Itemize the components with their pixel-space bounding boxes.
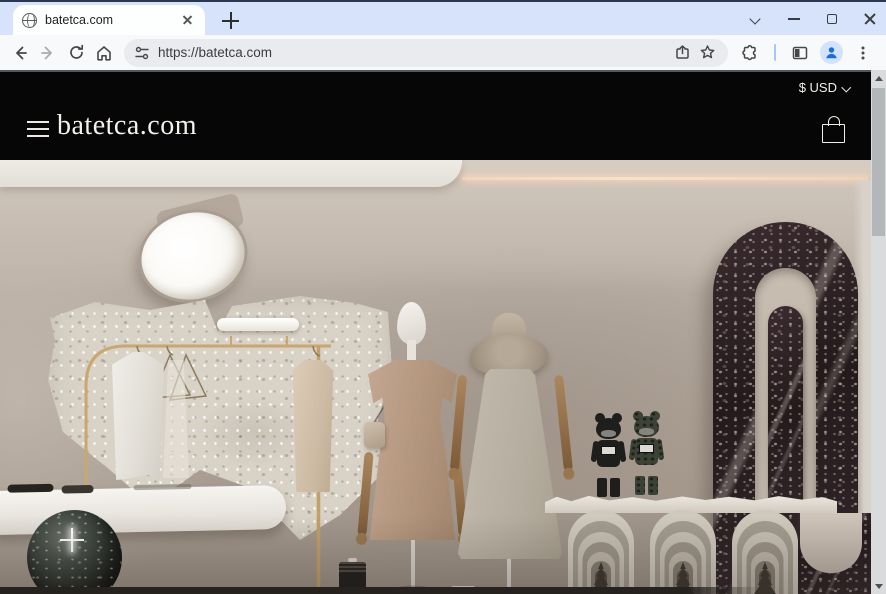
- tab-title: batetca.com: [45, 13, 114, 27]
- mannequin-neck: [407, 340, 416, 362]
- extensions-icon[interactable]: [736, 39, 764, 67]
- marble-recess-bottom: [800, 513, 862, 573]
- toolbar-divider: [774, 44, 776, 61]
- hero-image: [0, 160, 871, 594]
- reload-button[interactable]: [62, 39, 90, 67]
- hanging-beige-top: [292, 360, 334, 492]
- forward-button[interactable]: [34, 39, 62, 67]
- mannequin-head: [397, 302, 426, 345]
- new-tab-button[interactable]: [222, 12, 239, 29]
- site-logo[interactable]: batetca.com: [57, 110, 197, 142]
- close-window-icon[interactable]: [864, 13, 876, 25]
- back-button[interactable]: [6, 39, 34, 67]
- wooden-arm: [355, 451, 374, 546]
- side-panel-icon[interactable]: [786, 39, 814, 67]
- menu-dots-icon[interactable]: [849, 39, 877, 67]
- site-settings-icon[interactable]: [134, 46, 150, 60]
- minimize-icon[interactable]: [788, 18, 800, 20]
- arch-module: [732, 510, 798, 594]
- hamburger-menu-icon[interactable]: [27, 121, 49, 137]
- bearbrick-green: [628, 411, 665, 495]
- site-header: batetca.com $ USD: [0, 70, 871, 160]
- shelf-item: [133, 483, 192, 491]
- currency-label: $ USD: [798, 80, 837, 95]
- profile-avatar[interactable]: [820, 41, 843, 64]
- currency-selector[interactable]: $ USD: [799, 80, 851, 95]
- sunglasses: [61, 484, 94, 494]
- globe-favicon-icon: [22, 12, 37, 28]
- arch-module: [568, 510, 634, 594]
- home-button[interactable]: [90, 39, 118, 67]
- scrollbar-thumb[interactable]: [872, 88, 885, 236]
- marble-sphere: [27, 510, 122, 594]
- arch-module: [650, 510, 716, 594]
- toolbar-actions: [736, 39, 877, 67]
- bookmark-star-icon[interactable]: [699, 44, 716, 61]
- crossbody-bag: [364, 422, 385, 448]
- tan-dress: [368, 360, 457, 540]
- share-icon[interactable]: [674, 44, 691, 61]
- window-controls: [751, 6, 876, 32]
- hanging-shirt: [112, 352, 164, 480]
- browser-tab[interactable]: batetca.com: [13, 5, 205, 35]
- tab-close-icon[interactable]: [180, 12, 196, 28]
- url-text[interactable]: https://batetca.com: [158, 45, 666, 60]
- tab-search-chevron-icon[interactable]: [751, 14, 761, 24]
- maximize-icon[interactable]: [827, 14, 837, 24]
- browser-toolbar: https://batetca.com: [0, 35, 886, 70]
- tab-strip: batetca.com: [0, 2, 886, 35]
- grey-dress: [458, 369, 562, 559]
- wooden-arm: [448, 374, 468, 481]
- chevron-down-icon: [843, 84, 851, 92]
- rack-tube-light: [217, 318, 299, 331]
- bearbrick-black: [590, 413, 627, 497]
- page-scrollbar[interactable]: [871, 70, 886, 594]
- sunglasses: [7, 483, 54, 493]
- arch-display-unit: [563, 510, 803, 594]
- scroll-up-button[interactable]: [871, 70, 886, 86]
- shopping-bag-icon[interactable]: [822, 116, 845, 143]
- scroll-down-button[interactable]: [871, 578, 886, 594]
- floor-plinth: [0, 587, 760, 594]
- mannequin-grey-dress: [448, 305, 575, 594]
- address-bar[interactable]: https://batetca.com: [124, 38, 728, 67]
- window-frame-edge: [0, 0, 886, 2]
